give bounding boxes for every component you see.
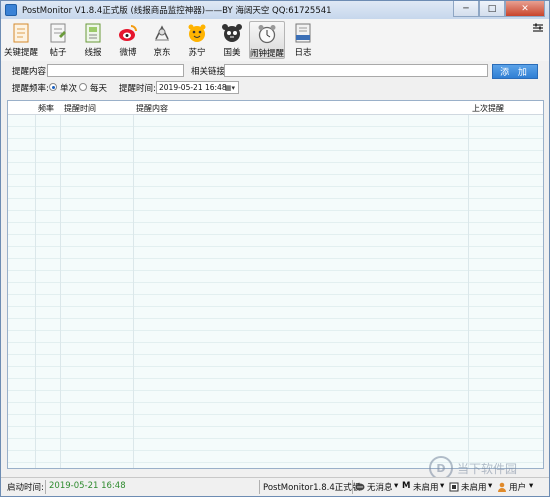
time-value: 2019-05-21 16:48 (159, 83, 227, 92)
device-status[interactable]: 未启用 (461, 481, 487, 493)
dropdown-arrow-icon[interactable]: ▾ (394, 481, 398, 491)
column-header-time[interactable]: 提醒时间 (64, 103, 96, 114)
tool-log[interactable]: 日志 (287, 21, 319, 59)
calendar-dropdown-icon[interactable]: ▦▾ (223, 83, 237, 92)
table-header: 频率 提醒时间 提醒内容 上次提醒 (8, 101, 543, 115)
status-divider (352, 480, 353, 494)
app-window: PostMonitor V1.8.4正式版 (线报商品监控神器)——BY 海阔天… (0, 0, 550, 497)
column-divider (468, 101, 469, 468)
dropdown-arrow-icon[interactable]: ▾ (440, 481, 444, 491)
status-divider (45, 480, 46, 494)
tool-label: 线报 (84, 48, 102, 58)
gome-icon (221, 22, 243, 44)
maximize-button[interactable]: □ (479, 1, 505, 17)
tool-keyword-reminder[interactable]: 关键提醒 (4, 21, 39, 59)
radio-once[interactable] (49, 83, 57, 91)
frequency-label: 提醒频率: (12, 84, 49, 94)
column-header-last-reminder[interactable]: 上次提醒 (472, 103, 504, 114)
user-label[interactable]: 用户 (509, 481, 526, 493)
suning-icon (186, 22, 208, 44)
tool-suning[interactable]: 苏宁 (181, 21, 213, 59)
column-divider (35, 101, 36, 468)
post-icon (47, 22, 69, 44)
toolbar: 关键提醒 帖子 线报 微博 京东 苏宁 国美 闹钟提醒 日志 (1, 19, 549, 61)
content-input[interactable] (47, 64, 184, 77)
dropdown-arrow-icon[interactable]: ▾ (488, 481, 492, 491)
title-bar[interactable]: PostMonitor V1.8.4正式版 (线报商品监控神器)——BY 海阔天… (1, 1, 549, 19)
tool-label: 闹钟提醒 (250, 49, 285, 59)
tool-label: 帖子 (49, 48, 67, 58)
tool-label: 关键提醒 (4, 48, 39, 58)
column-header-frequency[interactable]: 频率 (38, 103, 54, 114)
alarm-clock-icon (256, 23, 278, 45)
mail-status[interactable]: 未启用 (413, 481, 439, 493)
watermark-text: 当下软件园 (457, 461, 518, 476)
link-label: 相关链接: (191, 67, 228, 77)
column-divider (60, 101, 61, 468)
tool-label: 日志 (294, 48, 312, 58)
document-icon (10, 22, 32, 44)
message-icon (355, 482, 365, 492)
tool-label: 微博 (119, 48, 137, 58)
dropdown-arrow-icon[interactable]: ▾ (529, 481, 533, 491)
tool-posts[interactable]: 帖子 (42, 21, 74, 59)
device-icon (449, 482, 459, 492)
radio-daily[interactable] (79, 83, 87, 91)
jd-icon (151, 22, 173, 44)
close-button[interactable]: ✕ (505, 1, 545, 17)
reminder-table[interactable]: 频率 提醒时间 提醒内容 上次提醒 (7, 100, 544, 469)
link-input[interactable] (224, 64, 488, 77)
status-bar: 启动时间: 2019-05-21 16:48 PostMonitor1.8.4正… (1, 477, 549, 496)
table-body (8, 115, 543, 468)
reminder-form: 提醒内容: 相关链接: 添 加 提醒频率: 单次 每天 提醒时间: 2019-0… (1, 61, 549, 97)
version-text: PostMonitor1.8.4正式版 (263, 483, 361, 493)
tool-alarm-reminder[interactable]: 闹钟提醒 (249, 21, 285, 59)
time-label: 提醒时间: (119, 84, 156, 94)
minimize-button[interactable]: ─ (453, 1, 479, 17)
time-picker[interactable]: 2019-05-21 16:48 ▦▾ (156, 81, 239, 94)
message-status[interactable]: 无消息 (367, 481, 393, 493)
weibo-icon (117, 22, 139, 44)
window-title: PostMonitor V1.8.4正式版 (线报商品监控神器)——BY 海阔天… (22, 6, 332, 16)
user-icon (497, 482, 507, 492)
tool-jd[interactable]: 京东 (146, 21, 178, 59)
tool-weibo[interactable]: 微博 (112, 21, 144, 59)
option-once-label: 单次 (60, 84, 78, 94)
tool-label: 国美 (223, 48, 241, 58)
news-icon (82, 22, 104, 44)
option-daily-label: 每天 (90, 84, 108, 94)
column-header-content[interactable]: 提醒内容 (136, 103, 168, 114)
column-divider (133, 101, 134, 468)
start-time-label: 启动时间: (7, 483, 44, 493)
add-button[interactable]: 添 加 (492, 64, 538, 79)
content-label: 提醒内容: (12, 67, 49, 77)
tool-news[interactable]: 线报 (77, 21, 109, 59)
tool-label: 苏宁 (188, 48, 206, 58)
mail-icon: M (402, 481, 411, 491)
app-icon (5, 4, 17, 16)
settings-icon[interactable] (533, 23, 543, 33)
status-divider (259, 480, 260, 494)
tool-gome[interactable]: 国美 (216, 21, 248, 59)
tool-label: 京东 (153, 48, 171, 58)
start-time-value: 2019-05-21 16:48 (49, 481, 126, 491)
log-icon (292, 22, 314, 44)
